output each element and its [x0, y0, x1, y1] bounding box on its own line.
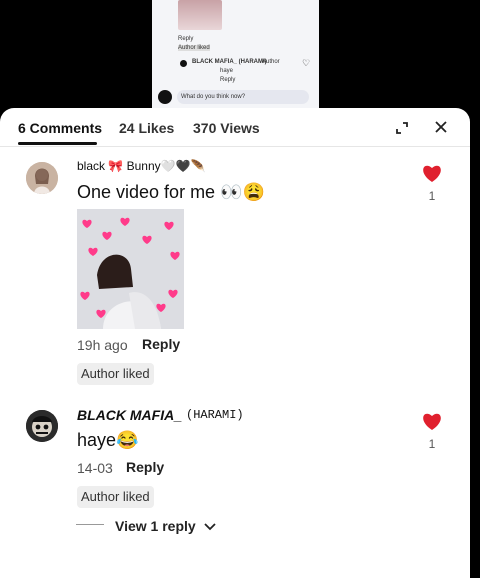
avatar[interactable] — [26, 410, 58, 442]
author-liked-badge: Author liked — [77, 363, 154, 385]
video-reply-text: haye — [220, 68, 234, 74]
video-heart-icon: ♡ — [302, 58, 311, 68]
close-icon[interactable] — [433, 119, 449, 135]
active-tab-indicator — [18, 142, 97, 145]
heart-icon[interactable] — [421, 411, 443, 431]
tab-comments[interactable]: 6 Comments — [18, 120, 102, 136]
chevron-down-icon — [203, 523, 216, 531]
comment-author-tag: (HARAMI) — [186, 408, 244, 422]
video-user-avatar — [158, 90, 172, 104]
video-input-placeholder: What do you think now? — [181, 94, 246, 100]
reply-button[interactable]: Reply — [126, 459, 164, 475]
comment-time: 14-03 — [77, 460, 113, 476]
view-replies-label: View 1 reply — [115, 518, 196, 534]
author-liked-badge: Author liked — [77, 486, 154, 508]
comment-text: haye😂 — [77, 430, 139, 450]
reply-button[interactable]: Reply — [142, 336, 180, 352]
comment-text: One video for me 👀😩 — [77, 182, 265, 202]
avatar[interactable] — [26, 162, 58, 194]
video-preview[interactable]: Reply Author liked BLACK MAFIA_ (HARAMI)… — [152, 0, 319, 108]
replies-divider-line — [76, 524, 104, 525]
tab-views[interactable]: 370 Views — [193, 120, 260, 136]
video-avatar-dot — [180, 60, 187, 67]
comment-time: 19h ago — [77, 337, 128, 353]
avatar-image — [26, 162, 58, 194]
avatar-image — [26, 410, 58, 442]
video-comment-input[interactable]: What do you think now? — [177, 90, 309, 104]
view-replies-button[interactable]: View 1 reply — [115, 518, 216, 534]
sheet-header: 6 Comments 24 Likes 370 Views — [0, 108, 470, 146]
comment-image[interactable] — [77, 209, 184, 329]
video-reply-label: Reply — [178, 36, 194, 42]
video-author-badge: Author — [262, 59, 280, 65]
video-author-liked: Author liked — [178, 45, 210, 51]
like-count: 1 — [428, 189, 436, 203]
video-commenter: BLACK MAFIA_ (HARAMI) — [192, 59, 267, 65]
heart-icon[interactable] — [421, 163, 443, 183]
comment-author[interactable]: BLACK MAFIA_ — [77, 407, 182, 423]
comment-author[interactable]: black 🎀 Bunny🤍🖤🪶 — [77, 159, 205, 173]
tab-likes[interactable]: 24 Likes — [119, 120, 174, 136]
video-reply-label-2: Reply — [220, 77, 236, 83]
expand-icon[interactable] — [395, 121, 409, 135]
video-thumbnail — [178, 0, 222, 30]
comments-sheet: 6 Comments 24 Likes 370 Views black 🎀 Bu… — [0, 108, 470, 578]
header-divider — [0, 146, 470, 147]
like-count: 1 — [428, 437, 436, 451]
comment-image-art — [77, 209, 184, 329]
